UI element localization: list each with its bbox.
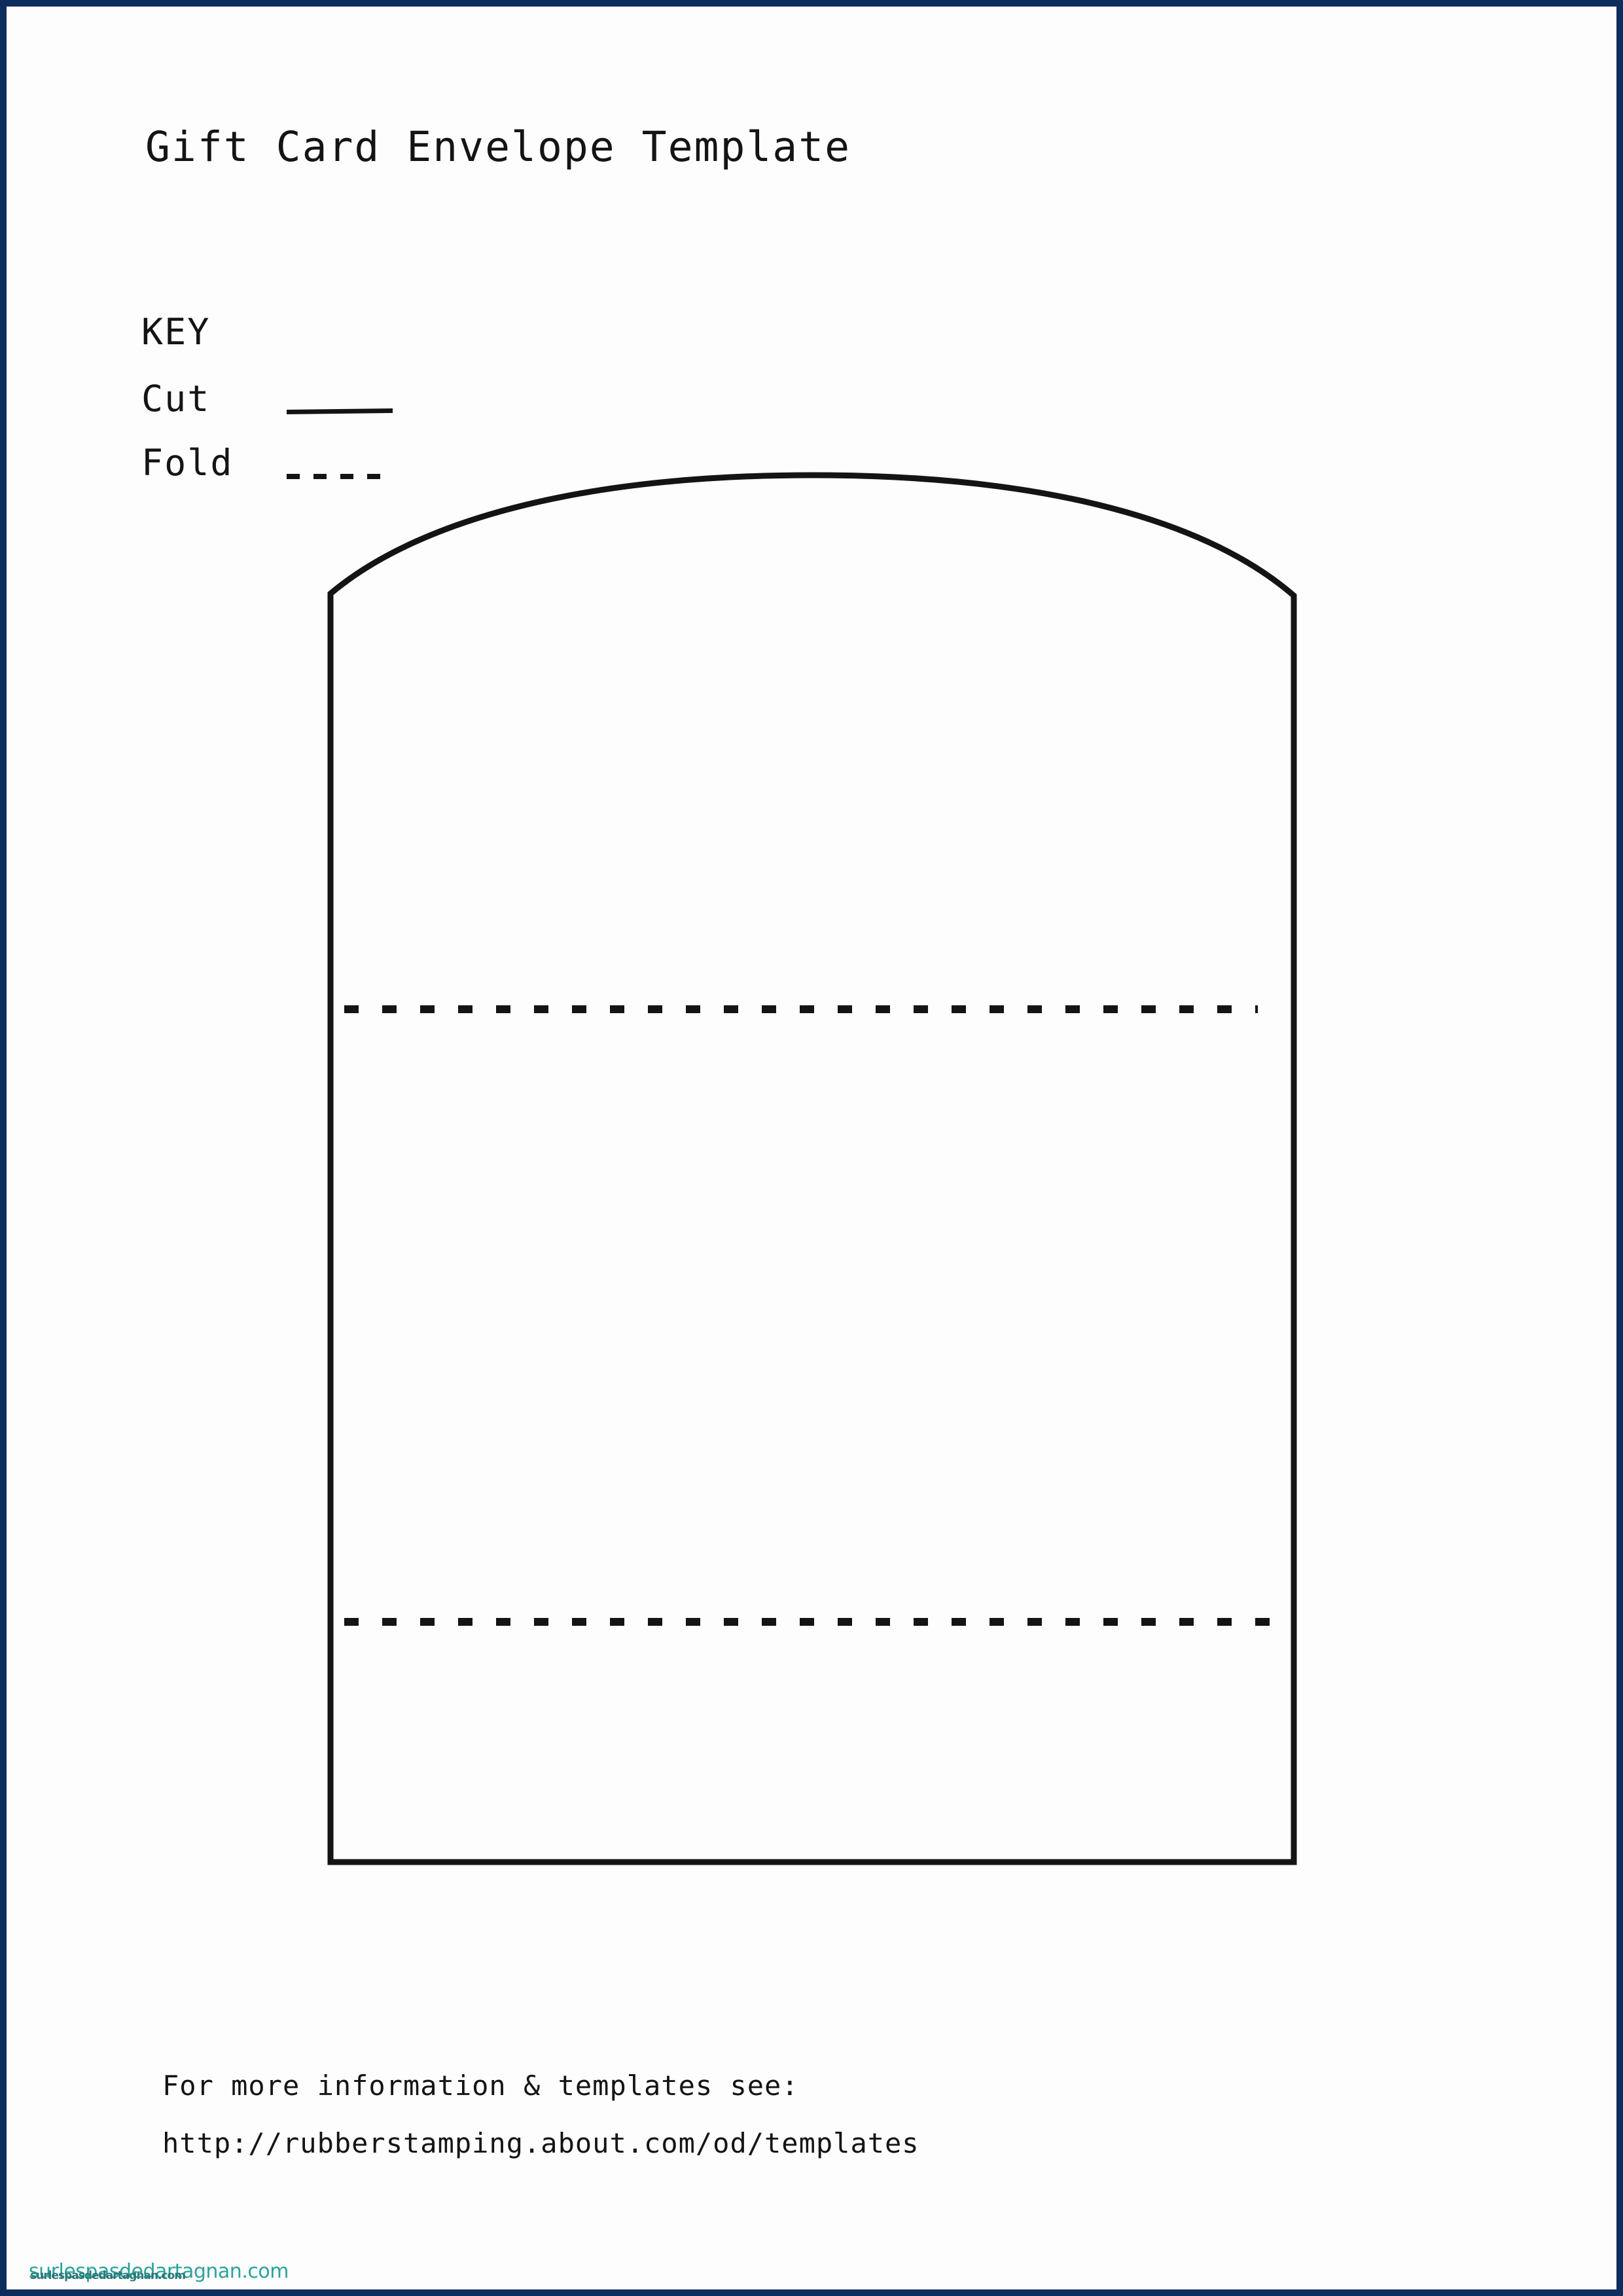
key-fold-label: Fold <box>141 442 234 484</box>
key-cut-line-sample <box>286 408 393 414</box>
cut-outline-path <box>327 472 1297 1865</box>
footer-url-text: http://rubberstamping.about.com/od/templ… <box>162 2127 919 2159</box>
footer-instruction-text: For more information & templates see: <box>162 2070 799 2102</box>
page-title: Gift Card Envelope Template <box>145 123 851 171</box>
watermark: surlespasdedartagnan.com surlespasdedart… <box>29 2260 289 2289</box>
key-fold-line-sample <box>287 474 393 479</box>
envelope-template-diagram <box>327 472 1297 1865</box>
key-cut-label: Cut <box>141 378 211 420</box>
key-heading: KEY <box>141 311 211 353</box>
watermark-secondary-text: surlespasdedartagnan.com <box>30 2269 186 2282</box>
document-page: Gift Card Envelope Template KEY Cut Fold… <box>0 0 1623 2296</box>
